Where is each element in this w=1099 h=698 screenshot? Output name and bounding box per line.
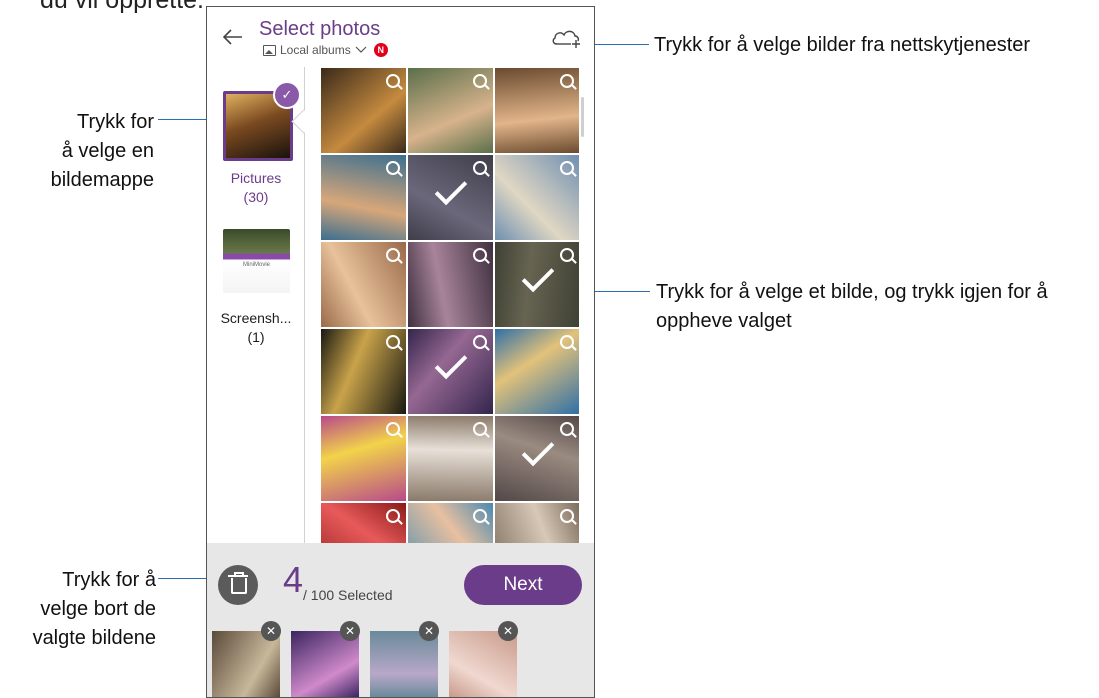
photo-thumbnail[interactable] (495, 503, 579, 543)
photo-thumbnail[interactable] (408, 242, 493, 327)
photo-thumbnail[interactable] (321, 242, 406, 327)
zoom-icon[interactable] (473, 74, 487, 88)
deselect-all-button[interactable] (218, 565, 258, 605)
zoom-icon[interactable] (560, 509, 574, 523)
image-icon (263, 44, 276, 56)
photo-thumbnail[interactable] (495, 416, 579, 501)
selection-bar: 4 / 100 Selected Next ✕ ✕ ✕ ✕ (207, 543, 594, 697)
photo-thumbnail[interactable] (408, 503, 493, 543)
notification-badge: N (373, 43, 388, 57)
zoom-icon[interactable] (386, 422, 400, 436)
zoom-icon[interactable] (473, 509, 487, 523)
back-arrow-icon[interactable] (221, 25, 245, 49)
selected-count-suffix: / 100 Selected (303, 587, 393, 603)
photo-thumbnail[interactable] (321, 329, 406, 414)
zoom-icon[interactable] (386, 335, 400, 349)
annotation-folder-line-2: å velge en (61, 140, 154, 162)
album-name: Screensh... (220, 310, 292, 326)
page-title: Select photos (259, 18, 381, 40)
photo-thumbnail[interactable] (408, 155, 493, 240)
selected-count: 4 (283, 559, 304, 600)
sidebar-divider (304, 67, 305, 543)
trash-icon-body (231, 578, 247, 594)
album-sidebar: ✓ Pictures (30) MiniMovie Screensh... (1… (207, 67, 305, 543)
zoom-icon[interactable] (386, 74, 400, 88)
album-label-pictures[interactable]: Pictures (30) (207, 169, 305, 207)
photo-grid (321, 68, 579, 543)
photo-thumbnail[interactable] (321, 503, 406, 543)
album-name: Pictures (230, 170, 282, 186)
photo-thumbnail[interactable] (408, 416, 493, 501)
zoom-icon[interactable] (386, 248, 400, 262)
annotation-cloud: Trykk for å velge bilder fra nettskytjen… (654, 34, 1031, 56)
remove-chip-icon[interactable]: ✕ (419, 621, 439, 641)
annotation-photo: Trykk for å velge et bilde, og trykk igj… (656, 278, 1096, 336)
next-button[interactable]: Next (464, 565, 582, 605)
app-header: Select photos Local albums N (207, 7, 594, 67)
page-text-fragment: du vil opprette. (40, 0, 204, 14)
zoom-icon[interactable] (560, 74, 574, 88)
annotation-photo-line-1: Trykk for å velge et bilde, og trykk igj… (656, 281, 1048, 303)
album-source-dropdown[interactable]: Local albums N (263, 43, 388, 57)
album-count: (1) (247, 329, 265, 345)
album-thumb-screenshots[interactable]: MiniMovie (223, 229, 290, 293)
phone-screen: Select photos Local albums N ✓ Pictures … (206, 6, 595, 698)
photo-thumbnail[interactable] (321, 155, 406, 240)
annotation-deselect-line-1: Trykk for å (62, 569, 156, 591)
annotation-folder-line-1: Trykk for (76, 111, 154, 133)
photo-thumbnail[interactable] (495, 329, 579, 414)
annotation-photo-line-2: oppheve valget (656, 310, 792, 332)
annotation-deselect: Trykk for å velge bort de valgte bildene (20, 566, 156, 653)
photo-thumbnail[interactable] (321, 416, 406, 501)
scrollbar[interactable] (581, 97, 584, 137)
zoom-icon[interactable] (386, 509, 400, 523)
zoom-icon[interactable] (473, 248, 487, 262)
annotation-folder: Trykk for å velge en bildemappe (40, 108, 154, 195)
zoom-icon[interactable] (560, 335, 574, 349)
chevron-down-icon (355, 46, 367, 53)
annotation-folder-line-3: bildemappe (50, 169, 154, 191)
zoom-icon[interactable] (473, 422, 487, 436)
photo-thumbnail[interactable] (495, 242, 579, 327)
photo-thumbnail[interactable] (408, 68, 493, 153)
zoom-icon[interactable] (473, 161, 487, 175)
trash-icon-lid (228, 575, 248, 577)
album-selected-check-icon: ✓ (273, 81, 301, 109)
photo-thumbnail[interactable] (408, 329, 493, 414)
remove-chip-icon[interactable]: ✕ (498, 621, 518, 641)
annotation-deselect-line-2: velge bort de (40, 598, 156, 620)
zoom-icon[interactable] (473, 335, 487, 349)
zoom-icon[interactable] (560, 161, 574, 175)
zoom-icon[interactable] (386, 161, 400, 175)
album-label-screenshots[interactable]: Screensh... (1) (207, 309, 305, 347)
minimovie-thumb-text: MiniMovie (242, 262, 270, 268)
photo-thumbnail[interactable] (321, 68, 406, 153)
photo-thumbnail[interactable] (495, 68, 579, 153)
photo-thumbnail[interactable] (495, 155, 579, 240)
zoom-icon[interactable] (560, 248, 574, 262)
cloud-add-icon[interactable] (551, 27, 583, 49)
zoom-icon[interactable] (560, 422, 574, 436)
album-source-label: Local albums (280, 43, 351, 57)
annotation-deselect-line-3: valgte bildene (32, 627, 156, 649)
album-count: (30) (243, 189, 269, 205)
remove-chip-icon[interactable]: ✕ (261, 621, 281, 641)
remove-chip-icon[interactable]: ✕ (340, 621, 360, 641)
